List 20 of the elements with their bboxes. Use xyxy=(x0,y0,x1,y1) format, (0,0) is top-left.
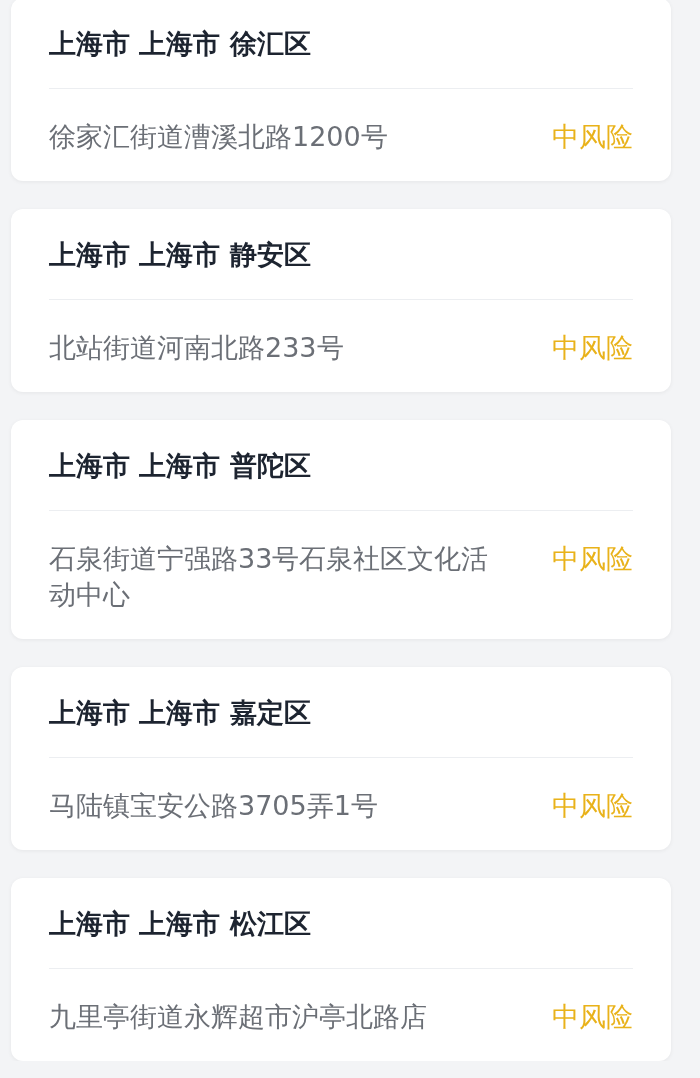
location-card[interactable]: 上海市 上海市 静安区 北站街道河南北路233号 中风险 xyxy=(11,209,671,392)
region-title: 上海市 上海市 普陀区 xyxy=(49,420,633,511)
risk-level-label: 中风险 xyxy=(552,542,633,576)
risk-level-label: 中风险 xyxy=(552,789,633,823)
region-title: 上海市 上海市 徐汇区 xyxy=(49,0,633,89)
address-text: 马陆镇宝安公路3705弄1号 xyxy=(49,789,379,823)
risk-level-label: 中风险 xyxy=(552,331,633,365)
address-text: 石泉街道宁强路33号石泉社区文化活动中心 xyxy=(49,542,490,612)
region-title: 上海市 上海市 静安区 xyxy=(49,209,633,300)
risk-level-label: 中风险 xyxy=(552,1000,633,1034)
region-title: 上海市 上海市 松江区 xyxy=(49,878,633,969)
address-text: 九里亭街道永辉超市沪亭北路店 xyxy=(49,1000,428,1034)
address-text: 徐家汇街道漕溪北路1200号 xyxy=(49,120,389,154)
address-text: 北站街道河南北路233号 xyxy=(49,331,345,365)
location-card[interactable]: 上海市 上海市 嘉定区 马陆镇宝安公路3705弄1号 中风险 xyxy=(11,667,671,850)
location-card[interactable]: 上海市 上海市 徐汇区 徐家汇街道漕溪北路1200号 中风险 xyxy=(11,0,671,181)
location-card[interactable]: 上海市 上海市 普陀区 石泉街道宁强路33号石泉社区文化活动中心 中风险 xyxy=(11,420,671,639)
risk-level-label: 中风险 xyxy=(552,120,633,154)
region-title: 上海市 上海市 嘉定区 xyxy=(49,667,633,758)
location-card[interactable]: 上海市 上海市 松江区 九里亭街道永辉超市沪亭北路店 中风险 xyxy=(11,878,671,1061)
